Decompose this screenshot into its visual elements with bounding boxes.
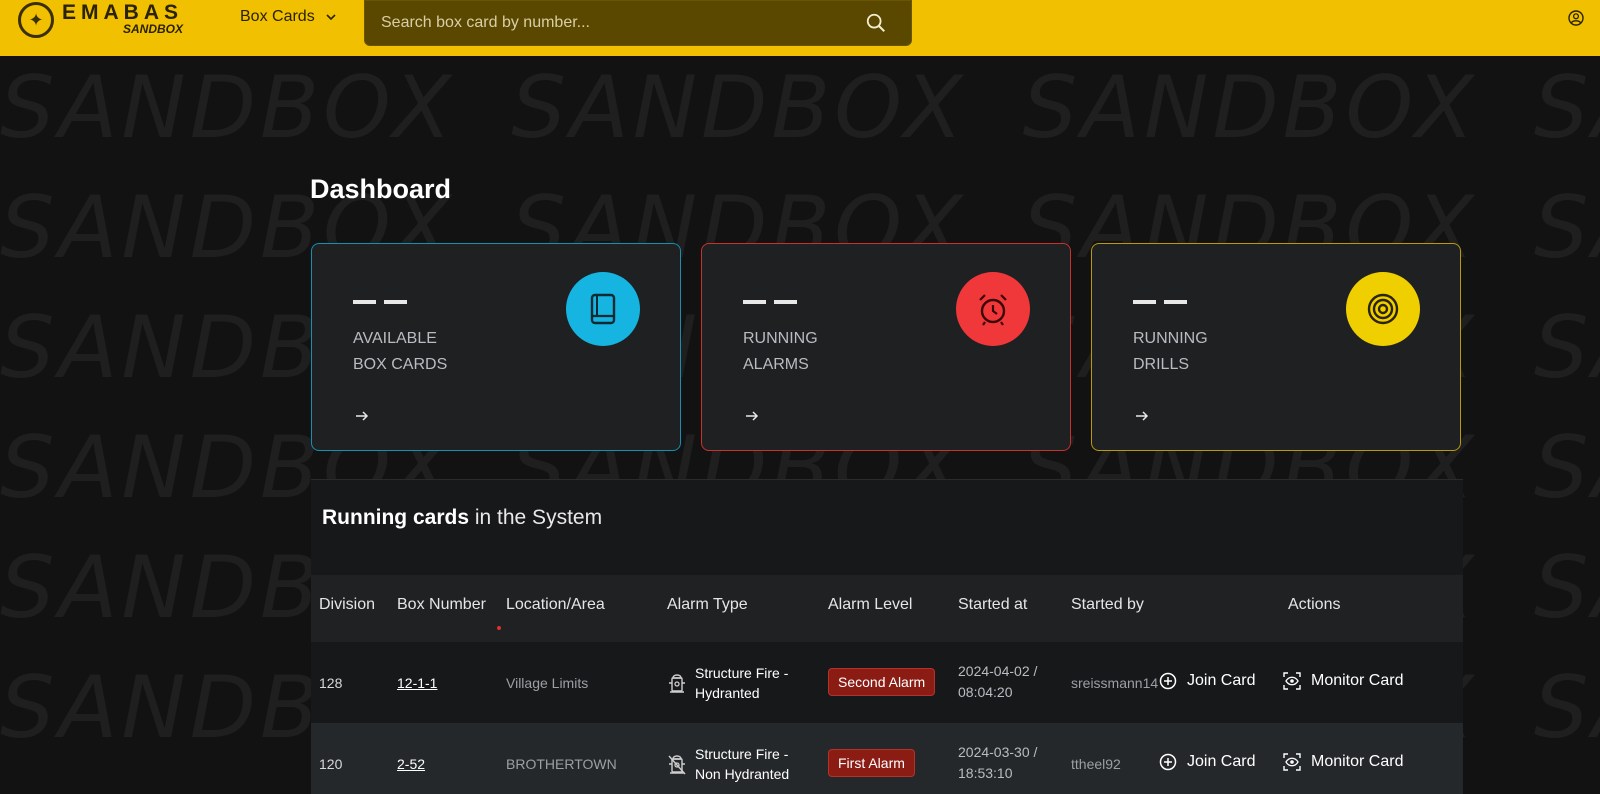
arrow-right-icon[interactable]	[744, 408, 760, 424]
column-header-actions: Actions	[1288, 596, 1341, 613]
page-title: Dashboard	[310, 174, 452, 204]
started-by-cell: sreissmann14	[1071, 675, 1159, 691]
plus-circle-icon	[1159, 753, 1177, 771]
started-by-cell: ttheel92	[1071, 756, 1121, 772]
join-card-button[interactable]: Join Card	[1159, 672, 1255, 690]
box-number-link[interactable]: 12-1-1	[397, 675, 437, 691]
box-cards-menu[interactable]: Box Cards	[240, 8, 337, 26]
alarm-clock-icon	[956, 272, 1030, 346]
fire-hydrant-icon	[669, 674, 685, 693]
table-header: Division Box Number Location/Area Alarm …	[311, 575, 1463, 642]
card-count: — —	[1133, 300, 1188, 304]
card-count: — —	[743, 300, 798, 304]
fire-emblem-icon: ✦	[18, 2, 54, 38]
alarm-level-badge: First Alarm	[828, 749, 915, 777]
monitor-eye-icon	[1283, 753, 1301, 771]
division-cell: 128	[319, 675, 343, 691]
logo-text: EMABAS	[62, 1, 184, 24]
table-row: 120 2-52 BROTHERTOWN Structure Fire - No…	[311, 723, 1463, 794]
division-cell: 120	[319, 756, 343, 772]
running-alarms-card[interactable]: — — RUNNING ALARMS	[701, 243, 1071, 451]
available-box-cards-card[interactable]: — — AVAILABLE BOX CARDS	[311, 243, 681, 451]
logo-subtext: SANDBOX	[123, 22, 184, 36]
plus-circle-icon	[1159, 672, 1177, 690]
no-hydrant-icon	[668, 755, 686, 775]
search-input[interactable]	[365, 14, 865, 32]
monitor-eye-icon	[1283, 672, 1301, 690]
chevron-down-icon	[326, 14, 336, 21]
sort-indicator	[497, 626, 501, 630]
card-count: — —	[353, 300, 408, 304]
alarm-level-badge: Second Alarm	[828, 668, 936, 696]
card-label: AVAILABLE BOX CARDS	[353, 330, 448, 373]
location-cell: Village Limits	[506, 675, 589, 691]
arrow-right-icon[interactable]	[1134, 408, 1150, 424]
alarm-type-cell: Structure Fire - Non Hydranted	[667, 744, 789, 784]
started-at-cell: 2024-03-30 / 18:53:10	[958, 744, 1038, 781]
column-header-division[interactable]: Division	[319, 596, 375, 614]
column-header-alarm-level[interactable]: Alarm Level	[828, 596, 912, 614]
logo[interactable]: ✦ EMABAS SANDBOX	[18, 2, 183, 38]
box-number-link[interactable]: 2-52	[397, 756, 425, 772]
running-drills-card[interactable]: — — RUNNING DRILLS	[1091, 243, 1461, 451]
alarm-type-cell: Structure Fire - Hydranted	[667, 663, 788, 703]
monitor-card-button[interactable]: Monitor Card	[1283, 753, 1403, 771]
column-header-started-by[interactable]: Started by	[1071, 596, 1144, 614]
card-label: RUNNING ALARMS	[743, 330, 818, 373]
column-header-location[interactable]: Location/Area	[506, 596, 605, 614]
arrow-right-icon[interactable]	[354, 408, 370, 424]
book-icon	[566, 272, 640, 346]
card-label: RUNNING DRILLS	[1133, 330, 1208, 373]
join-card-button[interactable]: Join Card	[1159, 753, 1255, 771]
user-account-icon[interactable]	[1568, 10, 1584, 26]
column-header-started-at[interactable]: Started at	[958, 596, 1027, 614]
column-header-alarm-type[interactable]: Alarm Type	[667, 596, 748, 614]
box-cards-menu-label: Box Cards	[240, 8, 315, 25]
top-bar: ✦ EMABAS SANDBOX Box Cards	[0, 0, 1600, 56]
monitor-card-button[interactable]: Monitor Card	[1283, 672, 1403, 690]
column-header-box-number[interactable]: Box Number	[397, 596, 486, 614]
running-cards-panel: Running cards in the System Division Box…	[311, 479, 1463, 794]
location-cell: BROTHERTOWN	[506, 756, 617, 772]
panel-title: Running cards in the System	[322, 506, 603, 529]
search-icon[interactable]	[865, 12, 887, 34]
started-at-cell: 2024-04-02 / 08:04:20	[958, 663, 1038, 700]
search-bar	[364, 0, 912, 46]
table-row: 128 12-1-1 Village Limits Structure Fire…	[311, 642, 1463, 723]
target-icon	[1346, 272, 1420, 346]
